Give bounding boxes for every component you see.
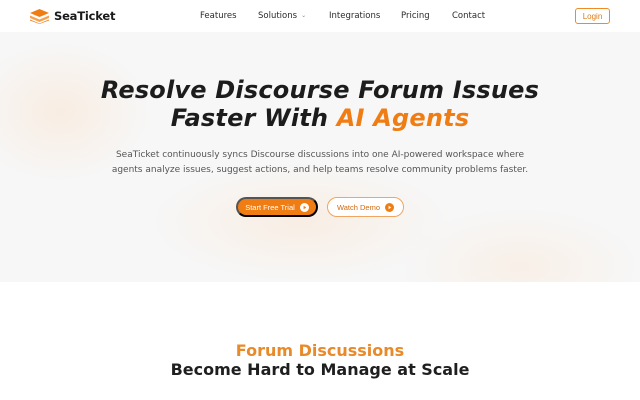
hero-title-line2: Faster With AI Agents — [0, 104, 640, 132]
watch-demo-button[interactable]: Watch Demo — [327, 197, 404, 217]
nav-link-pricing[interactable]: Pricing — [401, 10, 430, 22]
start-free-trial-button[interactable]: Start Free Trial — [236, 197, 318, 217]
play-circle-icon — [385, 202, 395, 212]
watch-demo-label: Watch Demo — [336, 202, 381, 212]
chevron-down-icon: ⌄ — [301, 12, 307, 19]
top-nav: SeaTicket Features Solutions ⌄ Integratio… — [0, 0, 640, 32]
hero-subtitle-line2: agents analyze issues, suggest actions, … — [111, 165, 529, 175]
nav-link-integrations[interactable]: Integrations — [329, 10, 380, 22]
hero-title-prefix: Faster With — [170, 104, 337, 132]
hero-subtitle-line1: SeaTicket continuously syncs Discourse d… — [115, 150, 525, 160]
hero-title-accent: AI Agents — [336, 104, 470, 132]
nav-link-solutions[interactable]: Solutions ⌄ — [258, 10, 306, 22]
arrow-circle-icon — [299, 202, 309, 212]
nav-links: Features Solutions ⌄ Integrations Pricing… — [0, 10, 640, 22]
hero-section: Resolve Discourse Forum Issues Faster Wi… — [0, 32, 640, 282]
nav-link-contact[interactable]: Contact — [452, 10, 485, 22]
hero-title-line1: Resolve Discourse Forum Issues — [100, 76, 540, 104]
section-title-main: Become Hard to Manage at Scale — [170, 360, 470, 379]
login-button[interactable]: Login — [575, 8, 610, 24]
section-title-accent: Forum Discussions — [235, 341, 405, 360]
nav-link-solutions-label: Solutions — [258, 11, 298, 21]
nav-link-features[interactable]: Features — [200, 10, 237, 22]
start-free-trial-label: Start Free Trial — [245, 202, 295, 212]
